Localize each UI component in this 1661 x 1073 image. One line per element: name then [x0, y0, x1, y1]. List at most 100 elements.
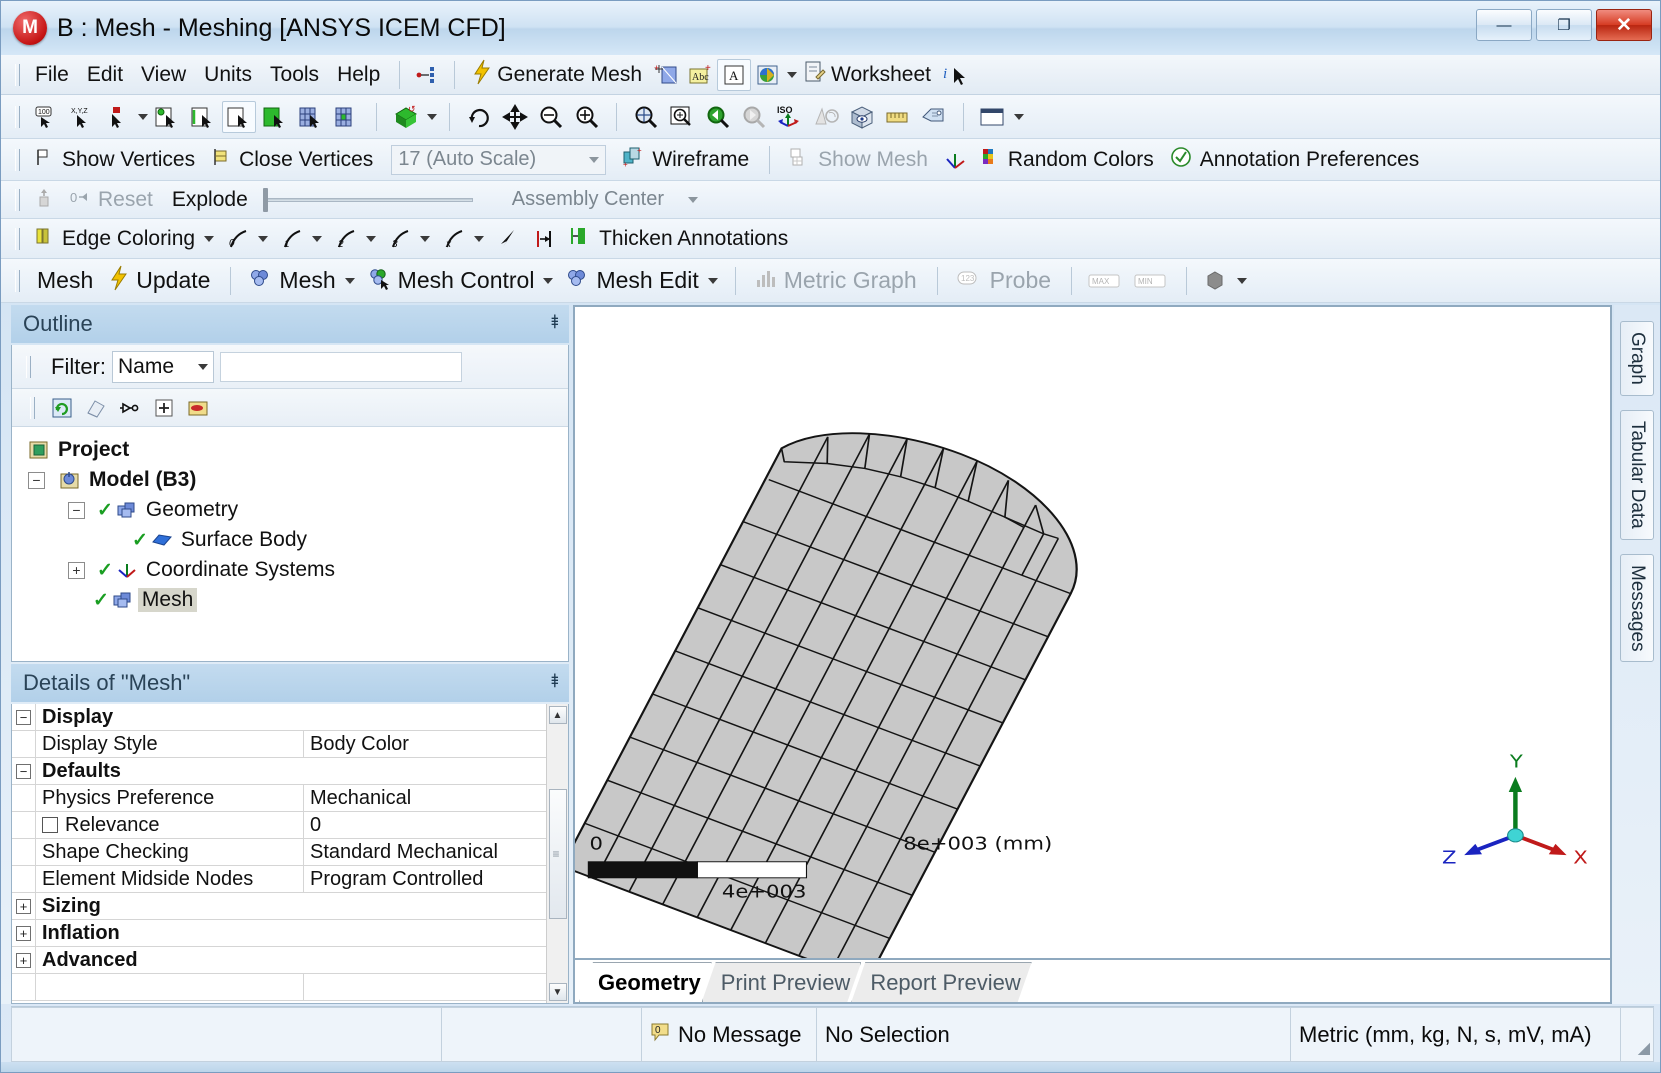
- tree-expander-model[interactable]: −: [28, 472, 45, 489]
- label-icon[interactable]: [917, 101, 951, 133]
- details-row-physics-preference[interactable]: Physics Preference Mechanical: [12, 785, 546, 812]
- color-image-icon[interactable]: [751, 59, 785, 91]
- details-expander-inflation-cell[interactable]: +: [12, 920, 36, 946]
- zoom-icon[interactable]: [534, 101, 568, 133]
- details-expander-advanced-cell[interactable]: +: [12, 947, 36, 973]
- explode-toolbar-grip[interactable]: [12, 187, 21, 213]
- select-body-icon[interactable]: [258, 101, 292, 133]
- tree-item-coordinate-systems[interactable]: + ✓ Coordinate Systems: [12, 555, 568, 585]
- menu-view[interactable]: View: [132, 61, 195, 89]
- close-vertices-button[interactable]: Close Vertices: [205, 145, 381, 174]
- solution-flow-icon[interactable]: [117, 395, 143, 421]
- mesh-display-style-icon[interactable]: [1199, 265, 1233, 297]
- mesh-control-button[interactable]: Mesh Control: [362, 265, 559, 296]
- tab-print-preview[interactable]: Print Preview: [702, 962, 862, 1002]
- display-toolbar-grip[interactable]: [12, 147, 21, 173]
- edge-direction-arrow-icon[interactable]: [491, 223, 525, 255]
- relevance-checkbox[interactable]: [42, 817, 58, 833]
- pan-icon[interactable]: [498, 101, 532, 133]
- details-expander-defaults-cell[interactable]: −: [12, 758, 36, 784]
- tree-item-project[interactable]: Project: [12, 435, 568, 465]
- details-scroll-down-button[interactable]: ▼: [549, 983, 567, 1001]
- details-value-shape-checking[interactable]: Standard Mechanical: [304, 839, 546, 865]
- side-tab-graph[interactable]: Graph: [1620, 321, 1654, 396]
- tree-expander-coordinate-systems[interactable]: +: [68, 562, 85, 579]
- tree-item-mesh[interactable]: ✓ Mesh: [12, 585, 568, 615]
- add-annotation-icon[interactable]: Abc +: [683, 59, 717, 91]
- mesh-control-caret[interactable]: [543, 278, 553, 284]
- info-cursor-icon[interactable]: i: [938, 59, 972, 91]
- maximize-button[interactable]: ❐: [1536, 9, 1592, 41]
- random-colors-button[interactable]: Random Colors: [974, 145, 1162, 174]
- box-zoom-icon[interactable]: [570, 101, 604, 133]
- select-by-xyz-icon[interactable]: X,Y,Z: [64, 101, 98, 133]
- auto-scale-caret[interactable]: [589, 157, 599, 163]
- menu-edit[interactable]: Edit: [78, 61, 132, 89]
- details-group-sizing[interactable]: + Sizing: [12, 893, 546, 920]
- mesh-menu-button[interactable]: Mesh: [243, 265, 359, 296]
- side-tab-tabular-data[interactable]: Tabular Data: [1620, 410, 1654, 540]
- edge-mode-3-caret[interactable]: [420, 236, 430, 242]
- assembly-center-combo[interactable]: Assembly Center: [505, 185, 705, 215]
- edge-mode-2-caret[interactable]: [366, 236, 376, 242]
- zoom-to-fit-icon[interactable]: [629, 101, 663, 133]
- details-pin-icon[interactable]: ⯒: [551, 667, 559, 699]
- tree-expander-geometry[interactable]: −: [68, 502, 85, 519]
- mesh-toolbar-grip[interactable]: [12, 268, 21, 294]
- menu-units[interactable]: Units: [195, 61, 261, 89]
- select-vertex-icon[interactable]: [150, 101, 184, 133]
- select-mode-cursor-icon[interactable]: [100, 101, 134, 133]
- rotate-icon[interactable]: [462, 101, 496, 133]
- assembly-center-caret[interactable]: [688, 197, 698, 203]
- status-units-cell[interactable]: Metric (mm, kg, N, s, mV, mA): [1290, 1007, 1620, 1062]
- details-value-element-midside-nodes[interactable]: Program Controlled: [304, 866, 546, 892]
- add-section-plane-icon[interactable]: +: [649, 59, 683, 91]
- details-expander-advanced[interactable]: +: [16, 953, 31, 968]
- details-scrollbar[interactable]: ▲ ▼: [546, 704, 568, 1003]
- previous-view-icon[interactable]: [701, 101, 735, 133]
- outline-toolbar-grip[interactable]: [27, 395, 36, 421]
- edge-mode-3[interactable]: 3: [383, 226, 435, 252]
- select-face-icon[interactable]: [222, 101, 256, 133]
- side-tab-messages[interactable]: Messages: [1620, 554, 1654, 663]
- edge-mode-x[interactable]: x: [437, 226, 489, 252]
- mesh-display-style-caret[interactable]: [1237, 278, 1247, 284]
- edge-coloring-button[interactable]: Edge Coloring: [28, 224, 219, 253]
- details-scroll-up-button[interactable]: ▲: [549, 706, 567, 724]
- annotation-preferences-button[interactable]: Annotation Preferences: [1164, 144, 1427, 175]
- text-annotation-icon[interactable]: A: [717, 59, 751, 91]
- coordinate-triad-icon[interactable]: [938, 144, 972, 176]
- edge-toolbar-grip[interactable]: [12, 226, 21, 252]
- details-row-display-style[interactable]: Display Style Body Color: [12, 731, 546, 758]
- explode-slider-thumb[interactable]: [263, 188, 268, 212]
- tab-geometry[interactable]: Geometry: [579, 962, 712, 1002]
- edge-mode-1-caret[interactable]: [312, 236, 322, 242]
- mesh-edit-button[interactable]: Mesh Edit: [560, 265, 722, 296]
- extend-selection-icon[interactable]: ↺: [389, 101, 423, 133]
- edge-coloring-caret[interactable]: [204, 236, 214, 242]
- details-expander-display-cell[interactable]: −: [12, 704, 36, 730]
- auto-scale-combo[interactable]: 17 (Auto Scale): [391, 145, 606, 175]
- menu-help[interactable]: Help: [328, 61, 389, 89]
- filter-type-caret[interactable]: [198, 364, 208, 370]
- thicken-annotations-button[interactable]: Thicken Annotations: [563, 223, 796, 254]
- select-edge-icon[interactable]: [186, 101, 220, 133]
- close-button[interactable]: ✕: [1596, 9, 1652, 41]
- details-row-relevance[interactable]: Relevance 0: [12, 812, 546, 839]
- filter-type-select[interactable]: Name: [112, 351, 214, 383]
- tree-item-surface-body[interactable]: ✓ Surface Body: [12, 525, 568, 555]
- details-expander-sizing-cell[interactable]: +: [12, 893, 36, 919]
- view-cube-icon[interactable]: [845, 101, 879, 133]
- edge-mode-1[interactable]: 1: [275, 226, 327, 252]
- menu-grip[interactable]: [12, 62, 21, 88]
- select-mesh-element-icon[interactable]: [330, 101, 364, 133]
- details-value-relevance[interactable]: 0: [304, 812, 546, 838]
- explode-slider[interactable]: [263, 187, 473, 213]
- details-group-defaults[interactable]: − Defaults: [12, 758, 546, 785]
- details-expander-display[interactable]: −: [16, 710, 31, 725]
- expand-all-icon[interactable]: [151, 395, 177, 421]
- filter-search-input[interactable]: [220, 352, 462, 382]
- details-row-element-midside-nodes[interactable]: Element Midside Nodes Program Controlled: [12, 866, 546, 893]
- select-by-id-icon[interactable]: 100: [28, 101, 62, 133]
- details-expander-sizing[interactable]: +: [16, 899, 31, 914]
